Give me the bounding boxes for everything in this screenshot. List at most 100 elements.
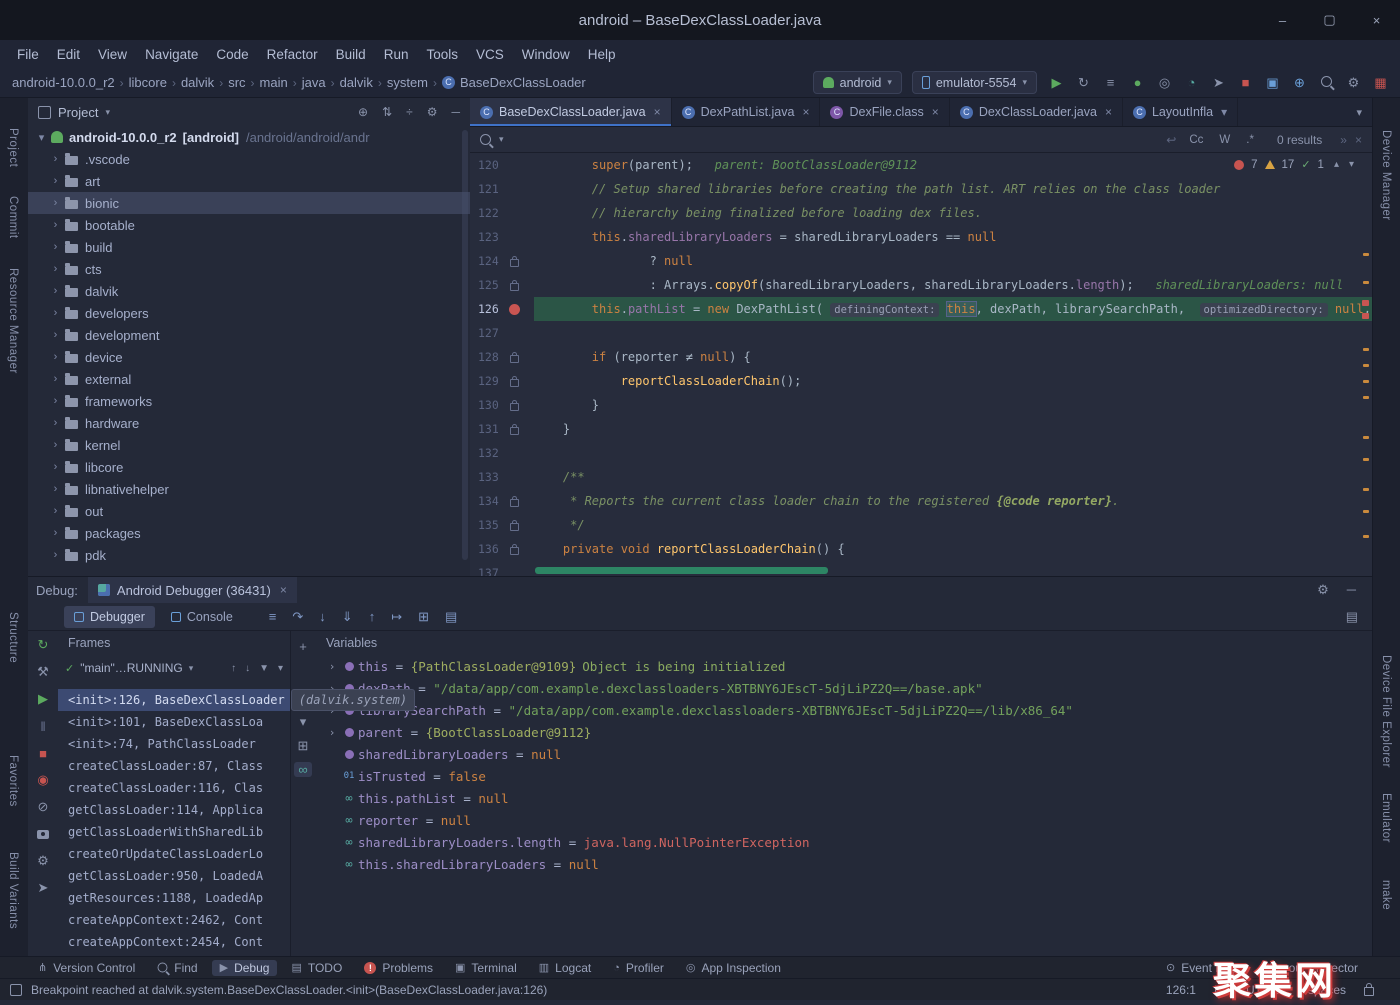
thread-dump-icon[interactable] bbox=[37, 826, 49, 842]
close-icon[interactable]: × bbox=[1105, 105, 1112, 119]
frame-row[interactable]: getClassLoader:114, Applica bbox=[58, 799, 290, 821]
search-history-chevron-icon[interactable]: ▾ bbox=[499, 134, 504, 145]
view-breakpoints-icon[interactable]: ◉ bbox=[37, 772, 48, 788]
run-icon[interactable]: ▶ bbox=[1047, 75, 1066, 91]
frame-row[interactable]: createAppContext:2454, Cont bbox=[58, 931, 290, 953]
search-input[interactable] bbox=[512, 132, 1159, 148]
toolwindow-logcat[interactable]: ▥Logcat bbox=[531, 960, 599, 976]
frame-row[interactable]: <init>:101, BaseDexClassLoa bbox=[58, 711, 290, 733]
tool-stripe-build-variants[interactable]: Build Variants bbox=[7, 852, 19, 929]
variable-row[interactable]: ›parent = {BootClassLoader@9112} bbox=[316, 721, 1372, 743]
frame-row[interactable]: createAppContext:2462, Cont bbox=[58, 909, 290, 931]
tool-stripe-device-manager[interactable]: Device Manager bbox=[1380, 130, 1392, 221]
tree-item-vscode[interactable]: ›.vscode bbox=[28, 148, 470, 170]
tree-item-hardware[interactable]: ›hardware bbox=[28, 412, 470, 434]
frame-row[interactable]: getClassLoader:950, LoadedA bbox=[58, 865, 290, 887]
debug-tab-console[interactable]: Console bbox=[161, 606, 243, 628]
device-mirror-icon[interactable]: ▣ bbox=[1263, 75, 1282, 91]
pin-icon[interactable]: ➤ bbox=[38, 880, 49, 896]
tree-item-bootable[interactable]: ›bootable bbox=[28, 214, 470, 236]
profiler-icon[interactable]: ◔ bbox=[1182, 75, 1201, 90]
profile-list-icon[interactable]: ≡ bbox=[1101, 75, 1120, 90]
frame-row[interactable]: getResources:1188, LoadedAp bbox=[58, 887, 290, 909]
tree-item-frameworks[interactable]: ›frameworks bbox=[28, 390, 470, 412]
breadcrumb-item[interactable]: dalvik bbox=[181, 75, 214, 90]
gear-icon[interactable]: ⚙ bbox=[1317, 582, 1329, 598]
stop-icon[interactable]: ■ bbox=[1236, 75, 1255, 90]
chevron-down-icon[interactable]: ▾ bbox=[105, 107, 110, 118]
search-toggle-Cc[interactable]: Cc bbox=[1184, 133, 1208, 147]
toolwindow-find[interactable]: Find bbox=[149, 960, 205, 976]
tree-item-libcore[interactable]: ›libcore bbox=[28, 456, 470, 478]
search-everywhere-icon[interactable] bbox=[1317, 75, 1336, 90]
toolwindow-terminal[interactable]: ▣Terminal bbox=[447, 960, 525, 976]
evaluate-expression-icon[interactable]: ⊞ bbox=[418, 609, 429, 625]
breadcrumb-item[interactable]: src bbox=[228, 75, 245, 90]
apply-changes-icon[interactable]: ➤ bbox=[1209, 75, 1228, 91]
code-area[interactable]: 120 super(parent); parent: BootClassLoad… bbox=[470, 153, 1372, 576]
breakpoint-icon[interactable] bbox=[509, 304, 520, 315]
toolwindow-version-control[interactable]: ⋔Version Control bbox=[30, 960, 143, 976]
frame-row[interactable]: createOrUpdateClassLoaderLo bbox=[58, 843, 290, 865]
menu-help[interactable]: Help bbox=[579, 47, 625, 62]
menu-view[interactable]: View bbox=[89, 47, 136, 62]
minimize-button[interactable]: – bbox=[1259, 0, 1306, 40]
debug-session-tab[interactable]: Android Debugger (36431) × bbox=[88, 577, 297, 603]
search-toggle-dot*[interactable]: .* bbox=[1241, 133, 1259, 147]
project-scrollbar[interactable] bbox=[462, 130, 468, 560]
menu-edit[interactable]: Edit bbox=[48, 47, 89, 62]
close-button[interactable]: × bbox=[1353, 0, 1400, 40]
frame-row[interactable]: <init>:74, PathClassLoader bbox=[58, 733, 290, 755]
variable-row[interactable]: ›librarySearchPath = "/data/app/com.exam… bbox=[316, 699, 1372, 721]
close-icon[interactable]: × bbox=[932, 105, 939, 119]
frame-row[interactable]: createClassLoader:116, Clas bbox=[58, 777, 290, 799]
tree-item-packages[interactable]: ›packages bbox=[28, 522, 470, 544]
editor-tab-dexfile-class[interactable]: CDexFile.class× bbox=[820, 98, 949, 126]
tree-item-device[interactable]: ›device bbox=[28, 346, 470, 368]
hide-icon[interactable]: ─ bbox=[451, 105, 460, 119]
close-icon[interactable]: × bbox=[802, 105, 809, 119]
variable-row[interactable]: sharedLibraryLoaders = null bbox=[316, 743, 1372, 765]
run-to-cursor-icon[interactable]: ↦ bbox=[391, 609, 402, 625]
tree-item-external[interactable]: ›external bbox=[28, 368, 470, 390]
toolwindow-debug[interactable]: ▶Debug bbox=[212, 960, 278, 976]
stop-icon[interactable]: ■ bbox=[39, 745, 47, 761]
step-into-icon[interactable]: ↓ bbox=[319, 609, 326, 625]
breadcrumb-item[interactable]: java bbox=[302, 75, 326, 90]
watch-chevron-icon[interactable]: ▾ bbox=[300, 714, 307, 730]
resume-icon[interactable]: ▶ bbox=[38, 691, 48, 707]
frame-row[interactable]: createClassLoader:87, Class bbox=[58, 755, 290, 777]
frame-row[interactable]: getClassLoaderWithSharedLib bbox=[58, 821, 290, 843]
tree-item-development[interactable]: ›development bbox=[28, 324, 470, 346]
settings-icon[interactable]: ⚙ bbox=[427, 105, 438, 119]
add-watch-icon[interactable]: + bbox=[299, 639, 307, 654]
layout-grid-icon[interactable]: ▦ bbox=[1371, 75, 1390, 91]
menu-window[interactable]: Window bbox=[513, 47, 579, 62]
search-toggle-W[interactable]: W bbox=[1214, 133, 1235, 147]
editor-tab-basedexclassloader-java[interactable]: CBaseDexClassLoader.java× bbox=[470, 98, 672, 126]
mute-breakpoints-icon[interactable]: ⊘ bbox=[38, 799, 49, 815]
locate-icon[interactable]: ⊕ bbox=[358, 105, 368, 119]
toolwindow-problems[interactable]: !Problems bbox=[356, 960, 441, 976]
menu-refactor[interactable]: Refactor bbox=[258, 47, 327, 62]
close-icon[interactable]: × bbox=[654, 105, 661, 119]
watches-toggle-icon[interactable]: ∞ bbox=[294, 762, 311, 777]
editor-tab-dexpathlist-java[interactable]: CDexPathList.java× bbox=[672, 98, 821, 126]
tree-item-art[interactable]: ›art bbox=[28, 170, 470, 192]
menu-run[interactable]: Run bbox=[375, 47, 418, 62]
project-root-row[interactable]: ▾android-10.0.0_r2[android]/android/andr… bbox=[28, 126, 470, 148]
tree-item-pdk[interactable]: ›pdk bbox=[28, 544, 470, 566]
tool-stripe-commit[interactable]: Commit bbox=[7, 196, 19, 239]
toolwindow-app-inspection[interactable]: ◎App Inspection bbox=[678, 960, 789, 976]
next-problem-icon[interactable]: ▾ bbox=[1349, 159, 1354, 170]
editor-tab-layoutinfla[interactable]: CLayoutInfla▾ bbox=[1123, 98, 1238, 126]
copy-watch-icon[interactable]: ⊞ bbox=[298, 738, 309, 754]
collapse-all-icon[interactable]: ÷ bbox=[406, 105, 413, 119]
sync-icon[interactable]: ↻ bbox=[1074, 75, 1093, 91]
pause-icon[interactable]: ‖ bbox=[40, 718, 45, 734]
debug-bug-icon[interactable]: ● bbox=[1128, 75, 1147, 90]
lock-icon[interactable] bbox=[1364, 987, 1374, 996]
tree-item-kernel[interactable]: ›kernel bbox=[28, 434, 470, 456]
thread-selector[interactable]: ✓ "main"…RUNNING ▾ ↑↓▼▾ bbox=[58, 655, 290, 681]
menu-code[interactable]: Code bbox=[207, 47, 257, 62]
